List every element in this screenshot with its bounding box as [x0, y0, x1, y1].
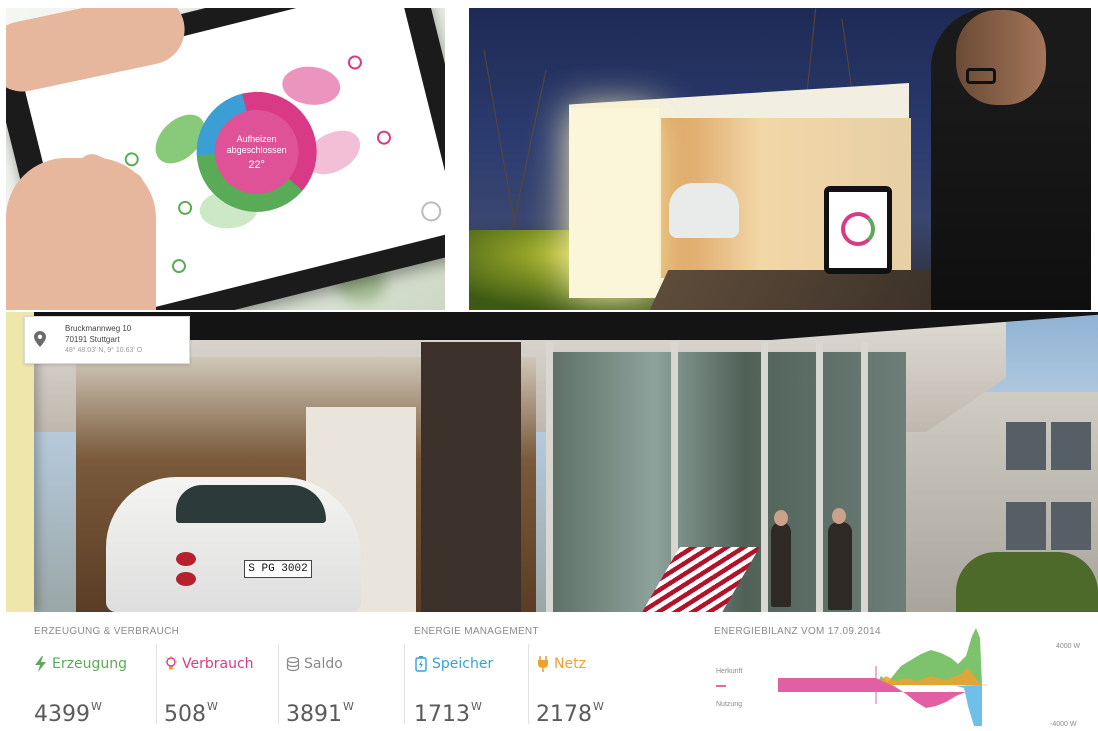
metric-saldo[interactable]: Saldo 3891W — [286, 644, 396, 729]
section-title-management: ENERGIE MANAGEMENT — [414, 626, 539, 637]
metric-head: Netz — [536, 656, 586, 672]
building-window — [1006, 502, 1046, 550]
metric-label: Saldo — [304, 656, 343, 672]
metric-number: 2178 — [536, 702, 592, 727]
location-card[interactable]: Bruckmannweg 10 70191 Stuttgart 48° 48.0… — [24, 316, 190, 364]
tree — [512, 69, 547, 227]
app-node[interactable] — [346, 53, 364, 71]
metric-head: Erzeugung — [34, 656, 127, 672]
car-window — [176, 485, 326, 523]
window-mullion — [816, 342, 823, 612]
section-title-generation: ERZEUGUNG & VERBRAUCH — [34, 626, 180, 637]
car-taillight — [176, 572, 196, 586]
held-tablet-ring — [841, 212, 875, 246]
smart-car: S PG 3002 — [106, 477, 361, 612]
metric-label: Netz — [554, 656, 586, 672]
page: Aufheizen abgeschlossen 22° S PG 3002 Br… — [0, 0, 1098, 731]
illuminated-wall — [569, 108, 659, 298]
location-coordinates: 48° 48.03' N, 9° 10.63' O — [65, 347, 143, 354]
metric-head: Verbrauch — [164, 656, 254, 672]
metric-head: Speicher — [414, 656, 493, 672]
metric-unit: W — [471, 700, 482, 713]
window-mullion — [861, 342, 868, 612]
legend-origin: Herkunft — [716, 668, 743, 675]
storage-area — [956, 685, 982, 726]
location-city: 70191 Stuttgart — [65, 335, 120, 344]
tablet-photo: Aufheizen abgeschlossen 22° — [6, 8, 445, 310]
app-status-temp: 22° — [248, 158, 265, 171]
metric-value: 4399W — [34, 700, 102, 727]
metric-unit: W — [207, 700, 218, 713]
window-mullion — [761, 342, 768, 612]
window-mullion — [546, 342, 553, 612]
camera-view: S PG 3002 Bruckmannweg 10 70191 Stuttgar… — [6, 312, 1098, 612]
metric-label: Speicher — [432, 656, 494, 672]
held-tablet-screen — [829, 192, 887, 268]
battery-icon — [415, 656, 427, 672]
person-head — [832, 508, 846, 524]
doorway — [421, 342, 521, 612]
axis-top-label: 4000 W — [1056, 643, 1081, 650]
energy-balance-svg: Herkunft Nutzung 4000 W -4000 W — [716, 628, 1081, 728]
metric-value: 2178W — [536, 700, 604, 727]
metric-label: Erzeugung — [52, 656, 127, 672]
metric-verbrauch[interactable]: Verbrauch 508W — [164, 644, 274, 729]
axis-bottom-label: -4000 W — [1050, 721, 1077, 728]
location-street: Bruckmannweg 10 — [65, 324, 132, 333]
lightning-icon — [35, 656, 46, 672]
building-window — [1006, 422, 1046, 470]
wooden-deck — [649, 270, 969, 310]
metric-value: 508W — [164, 700, 218, 727]
lightbulb-icon — [165, 656, 177, 670]
person — [828, 522, 852, 610]
person-head — [774, 510, 788, 526]
tree — [483, 49, 516, 227]
app-node[interactable] — [170, 257, 188, 275]
held-tablet — [824, 186, 892, 274]
app-home-button[interactable] — [419, 199, 444, 224]
app-status-label-2: abgeschlossen — [226, 144, 287, 155]
metric-speicher[interactable]: Speicher 1713W — [414, 644, 524, 729]
metric-unit: W — [343, 700, 354, 713]
building-window — [1051, 422, 1091, 470]
metric-number: 3891 — [286, 702, 342, 727]
divider — [404, 644, 405, 724]
divider — [528, 644, 529, 724]
location-pin-icon — [34, 331, 46, 347]
person-head — [956, 10, 1046, 105]
metric-value: 1713W — [414, 700, 482, 727]
metric-netz[interactable]: Netz 2178W — [536, 644, 646, 729]
metric-head: Saldo — [286, 656, 343, 672]
divider — [156, 644, 157, 724]
legend-usage: Nutzung — [716, 701, 742, 708]
divider — [278, 644, 279, 724]
app-status-label-1: Aufheizen — [236, 133, 277, 144]
glasses — [966, 68, 996, 84]
metric-unit: W — [91, 700, 102, 713]
car-taillight — [176, 552, 196, 566]
energy-balance-chart[interactable]: Herkunft Nutzung 4000 W -4000 W — [716, 626, 1098, 731]
metric-value: 3891W — [286, 700, 354, 727]
shrub — [956, 552, 1098, 612]
building-window — [1051, 502, 1091, 550]
night-house-photo — [469, 8, 1091, 310]
app-node[interactable] — [375, 129, 393, 147]
metric-number: 4399 — [34, 702, 90, 727]
plug-icon — [538, 656, 548, 672]
metric-unit: W — [593, 700, 604, 713]
balance-icon — [286, 656, 300, 672]
app-status-center: Aufheizen abgeschlossen 22° — [214, 109, 299, 194]
parked-car — [669, 183, 739, 238]
metric-number: 1713 — [414, 702, 470, 727]
app-node[interactable] — [176, 199, 194, 217]
metric-label: Verbrauch — [182, 656, 254, 672]
license-plate: S PG 3002 — [244, 560, 312, 578]
metric-number: 508 — [164, 702, 206, 727]
person — [771, 522, 791, 607]
energy-dashboard: ERZEUGUNG & VERBRAUCH ENERGIE MANAGEMENT… — [6, 612, 1098, 731]
metric-erzeugung[interactable]: Erzeugung 4399W — [34, 644, 154, 729]
